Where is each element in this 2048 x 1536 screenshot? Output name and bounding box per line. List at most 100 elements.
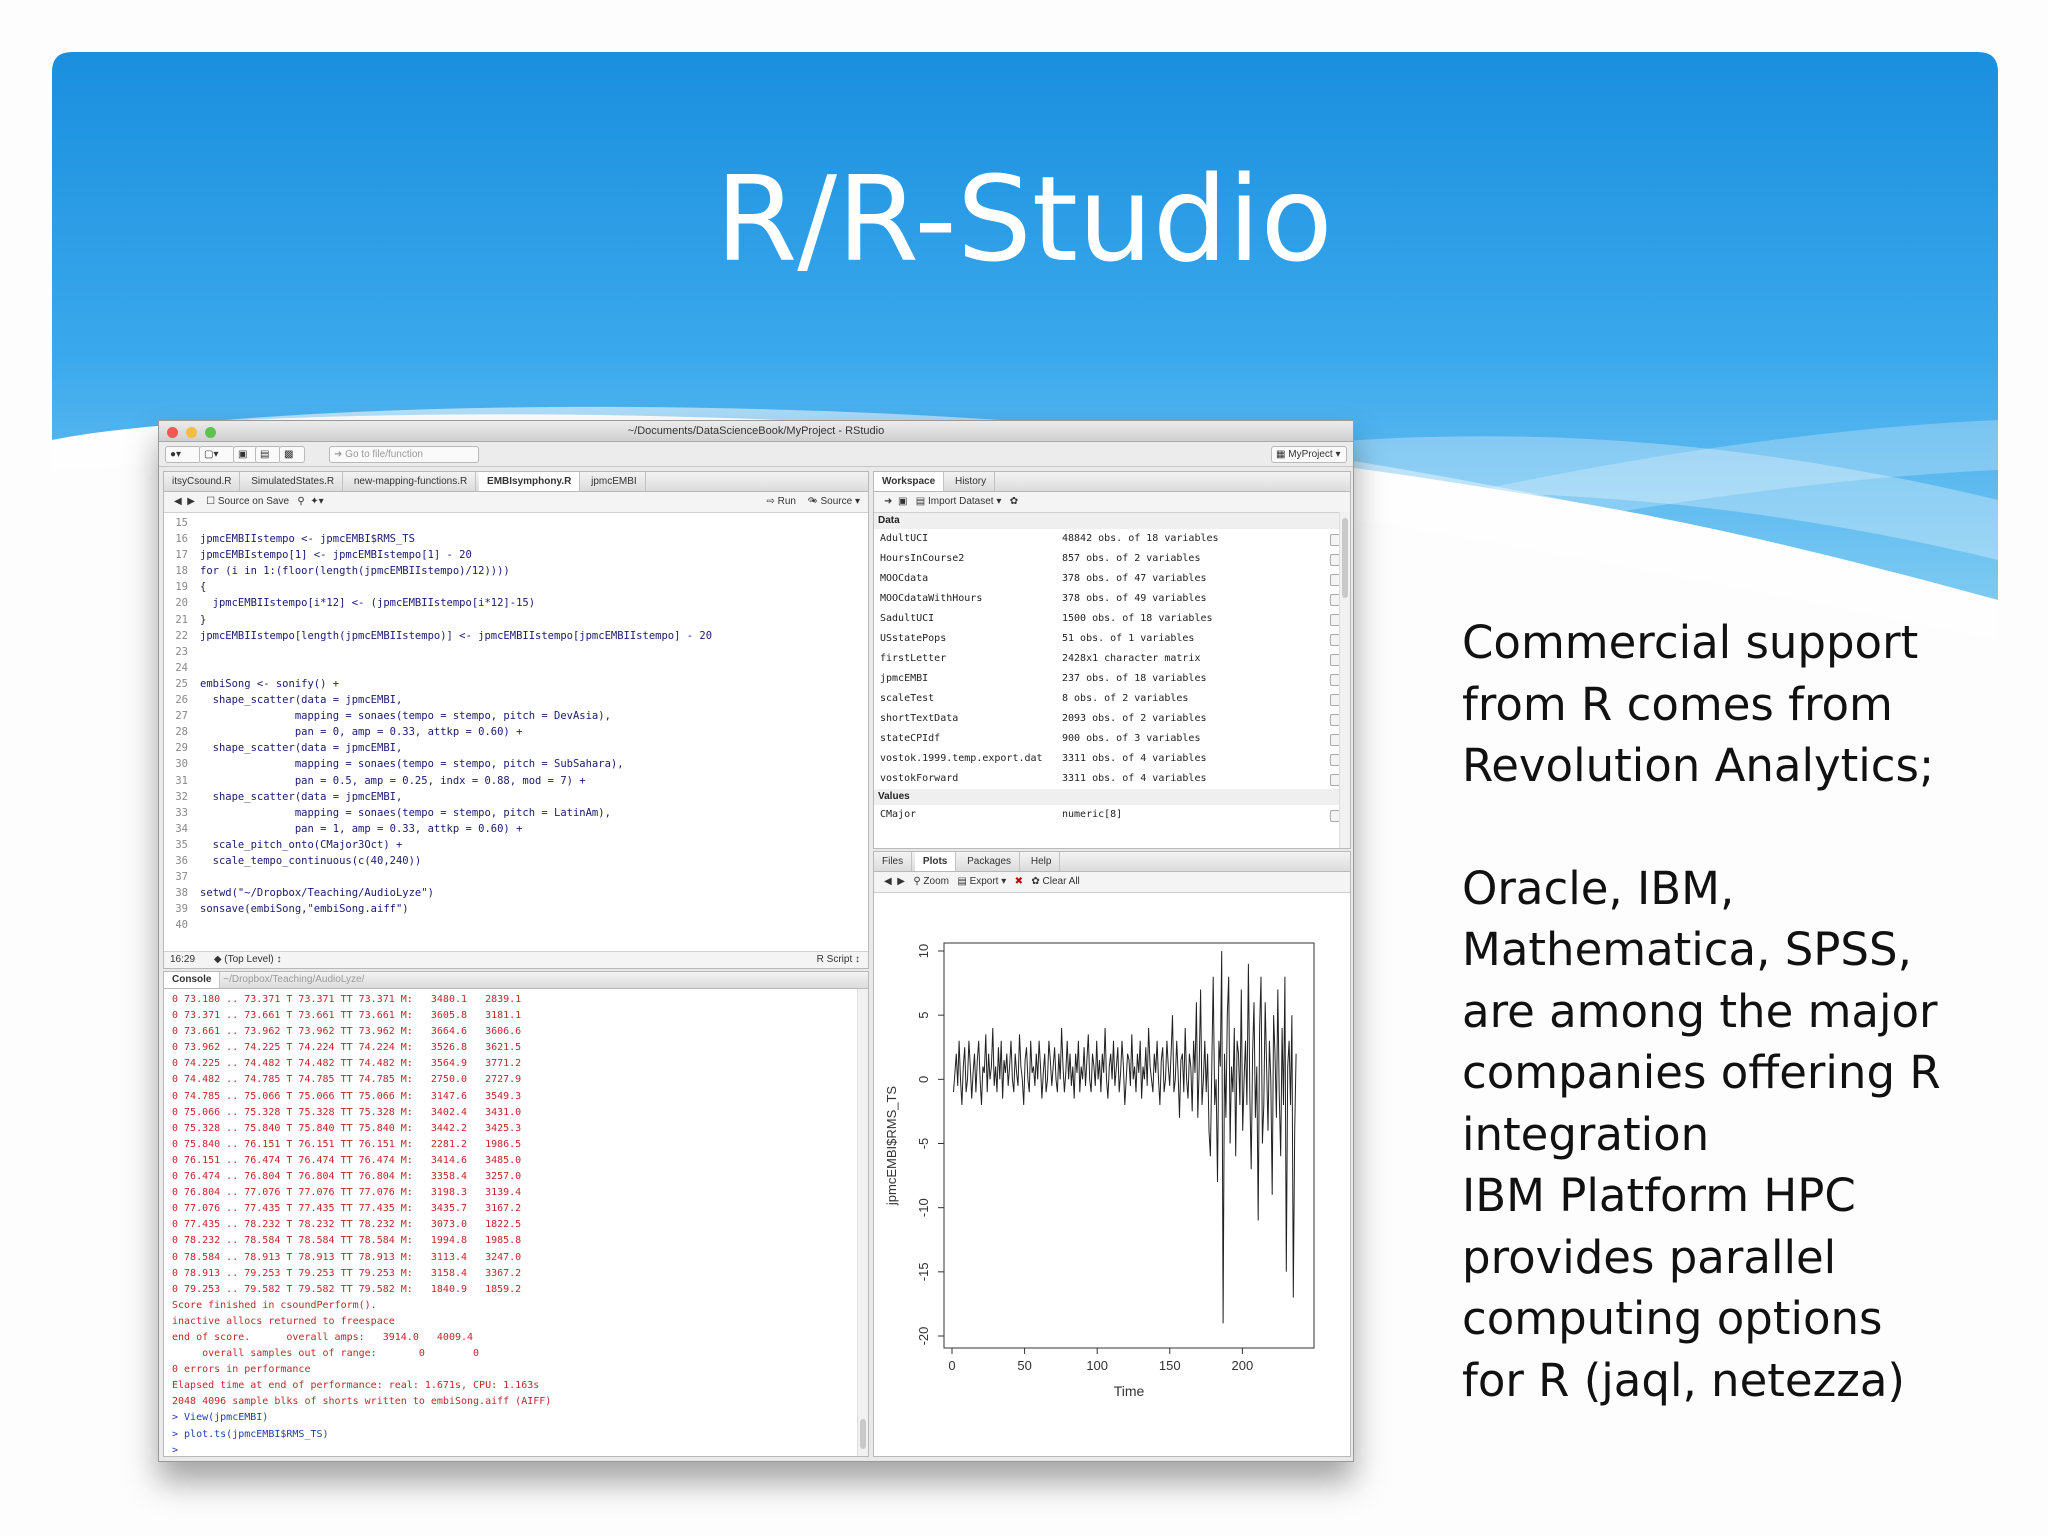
workspace-row[interactable]: CMajor numeric[8]	[874, 805, 1350, 825]
workspace-row[interactable]: firstLetter 2428x1 character matrix	[874, 649, 1350, 669]
line-number: 16	[175, 533, 188, 546]
slide-title: R/R-Studio	[715, 150, 1333, 288]
workspace-row[interactable]: MOOCdataWithHours 378 obs. of 49 variable…	[874, 589, 1350, 609]
zoom-icon[interactable]	[205, 427, 217, 438]
line-number: 32	[175, 790, 188, 803]
code-line: 29 shape_scatter(data = jpmcEMBI,	[164, 740, 868, 756]
tab-packages[interactable]: Packages	[959, 852, 1021, 871]
source-on-save-checkbox[interactable]: ☐	[206, 496, 215, 507]
workspace-row[interactable]: stateCPIdf 900 obs. of 3 variables	[874, 729, 1350, 749]
workspace-row[interactable]: shortTextData 2093 obs. of 2 variables	[874, 709, 1350, 729]
goto-file-input[interactable]: ➜ Go to file/function	[329, 446, 479, 463]
run-button[interactable]: ⇨ Run	[766, 492, 796, 512]
minimize-icon[interactable]	[186, 427, 198, 438]
code-text: jpmcEMBIIstempo[length(jpmcEMBIIstempo)]…	[200, 629, 713, 642]
workspace-row[interactable]: SadultUCI 1500 obs. of 18 variables	[874, 609, 1350, 629]
object-name: HoursInCourse2	[880, 553, 965, 564]
console-line: end of score. overall amps: 3914.0 4009.…	[172, 1331, 474, 1343]
load-icon[interactable]: ➜	[884, 496, 892, 507]
workspace-row[interactable]: jpmcEMBI 237 obs. of 18 variables	[874, 669, 1350, 689]
tab-help[interactable]: Help	[1023, 852, 1061, 871]
paragraph-companies: Oracle, IBM, Mathematica, SPSS, are amon…	[1462, 858, 2022, 1412]
line-number: 36	[175, 854, 188, 867]
workspace-row[interactable]: HoursInCourse2 857 obs. of 2 variables	[874, 549, 1350, 569]
console-scrollbar[interactable]	[857, 989, 868, 1456]
console-output[interactable]: 0 73.180 .. 73.371 T 73.371 TT 73.371 M:…	[164, 989, 868, 1456]
console-line: 0 77.076 .. 77.435 T 77.435 TT 77.435 M:…	[172, 1203, 522, 1215]
editor-tab[interactable]: itsyCsound.R	[164, 472, 241, 491]
code-line: 33 mapping = sonaes(tempo = stempo, pitc…	[164, 805, 868, 821]
file-type-selector[interactable]: R Script ↕	[817, 952, 860, 968]
code-line: 24	[164, 660, 868, 676]
console-tab[interactable]: Console	[164, 972, 221, 988]
next-plot-icon[interactable]: ▶	[897, 876, 905, 887]
workspace-row[interactable]: vostok.1999.temp.export.dat 3311 obs. of …	[874, 749, 1350, 769]
values-section-header: Values	[874, 789, 1350, 805]
close-icon[interactable]	[167, 427, 178, 438]
clear-all-button[interactable]: ✿ Clear All	[1031, 876, 1079, 887]
clear-workspace-icon[interactable]: ✿	[1010, 496, 1018, 507]
series-line	[953, 950, 1297, 1324]
wand-icon[interactable]: ✦▾	[310, 496, 323, 507]
console-line: 2048 4096 sample blks of shorts written …	[172, 1396, 552, 1408]
console-line: 0 76.474 .. 76.804 T 76.804 TT 76.804 M:…	[172, 1171, 522, 1183]
export-label: Export	[969, 876, 999, 887]
back-icon[interactable]: ◀	[174, 496, 182, 507]
scope-label: (Top Level)	[224, 954, 274, 965]
remove-plot-icon[interactable]: ✖	[1015, 876, 1023, 887]
export-button[interactable]: ▤ Export ▾	[957, 876, 1006, 887]
workspace-scrollbar[interactable]	[1339, 512, 1350, 848]
save-workspace-icon[interactable]: ▣	[898, 496, 907, 507]
new-file-icon[interactable]: ●▾	[165, 446, 201, 463]
zoom-button[interactable]: ⚲ Zoom	[913, 876, 949, 887]
y-tick-label: 10	[916, 944, 931, 958]
scope-selector[interactable]: ◆ (Top Level) ↕	[214, 954, 282, 965]
print-icon[interactable]: ▩	[279, 446, 305, 463]
workspace-row[interactable]: scaleTest 8 obs. of 2 variables	[874, 689, 1350, 709]
project-menu[interactable]: ▦ MyProject ▾	[1271, 446, 1347, 463]
tab-workspace[interactable]: Workspace	[874, 472, 945, 491]
save-all-icon[interactable]: ▤	[255, 446, 281, 463]
rstudio-window: ~/Documents/DataScienceBook/MyProject - …	[158, 420, 1354, 1462]
tab-history[interactable]: History	[947, 472, 996, 491]
workspace-row[interactable]: MOOCdata 378 obs. of 47 variables	[874, 569, 1350, 589]
time-series-plot: 0 50 100 150 2001050-5-10-15-20TimejpmcEMBI$…	[884, 942, 1315, 1399]
source-button[interactable]: ⇨ Source ▾	[809, 492, 860, 512]
code-editor[interactable]: 15 16 jpmcEMBIIstempo <- jpmcEMBI$RMS_TS 17…	[164, 513, 868, 933]
code-text: for (i in 1:(floor(length(jpmcEMBIIstemp…	[200, 565, 510, 578]
workspace-tabs: Workspace History	[874, 472, 1350, 492]
search-icon[interactable]: ⚲	[297, 496, 304, 507]
line-number: 21	[175, 613, 188, 626]
tab-plots[interactable]: Plots	[914, 852, 957, 871]
code-text: shape_scatter(data = jpmcEMBI,	[200, 790, 403, 803]
workspace-row[interactable]: AdultUCI 48842 obs. of 18 variables	[874, 529, 1350, 549]
code-text: scale_tempo_continuous(c(40,240))	[200, 854, 422, 867]
line-number: 20	[175, 597, 188, 610]
text-line: from R comes from	[1462, 677, 1893, 731]
console-line: 0 77.435 .. 78.232 T 78.232 TT 78.232 M:…	[172, 1219, 522, 1231]
code-text: shape_scatter(data = jpmcEMBI,	[200, 694, 403, 707]
code-text: mapping = sonaes(tempo = stempo, pitch =…	[200, 758, 624, 771]
prev-plot-icon[interactable]: ◀	[884, 876, 892, 887]
editor-tab[interactable]: jpmcEMBI	[583, 472, 646, 491]
workspace-row[interactable]: vostokForward 3311 obs. of 4 variables	[874, 769, 1350, 789]
workspace-row[interactable]: USstatePops 51 obs. of 1 variables	[874, 629, 1350, 649]
forward-icon[interactable]: ▶	[187, 496, 195, 507]
editor-tab[interactable]: new-mapping-functions.R	[346, 472, 477, 491]
open-project-icon[interactable]: ▢▾	[199, 446, 235, 463]
line-number: 29	[175, 742, 188, 755]
console-line: Score finished in csoundPerform().	[172, 1299, 377, 1311]
import-dataset-button[interactable]: ▤ Import Dataset ▾	[916, 496, 1002, 507]
object-name: vostokForward	[880, 773, 959, 784]
console-line: 0 74.225 .. 74.482 T 74.482 TT 74.482 M:…	[172, 1058, 522, 1070]
line-number: 37	[175, 871, 188, 884]
console-command: >	[172, 1444, 179, 1456]
object-value: 1500 obs. of 18 variables	[1062, 613, 1213, 624]
console-line: 0 73.180 .. 73.371 T 73.371 TT 73.371 M:…	[172, 994, 522, 1005]
console-pane: Console ~/Dropbox/Teaching/AudioLyze/ 0 …	[163, 971, 869, 1457]
editor-tab-active[interactable]: EMBIsymphony.R	[479, 472, 581, 491]
object-name: SadultUCI	[880, 613, 935, 624]
editor-pane: itsyCsound.R SimulatedStates.R new-mappi…	[163, 471, 869, 969]
tab-files[interactable]: Files	[874, 852, 913, 871]
editor-tab[interactable]: SimulatedStates.R	[243, 472, 344, 491]
